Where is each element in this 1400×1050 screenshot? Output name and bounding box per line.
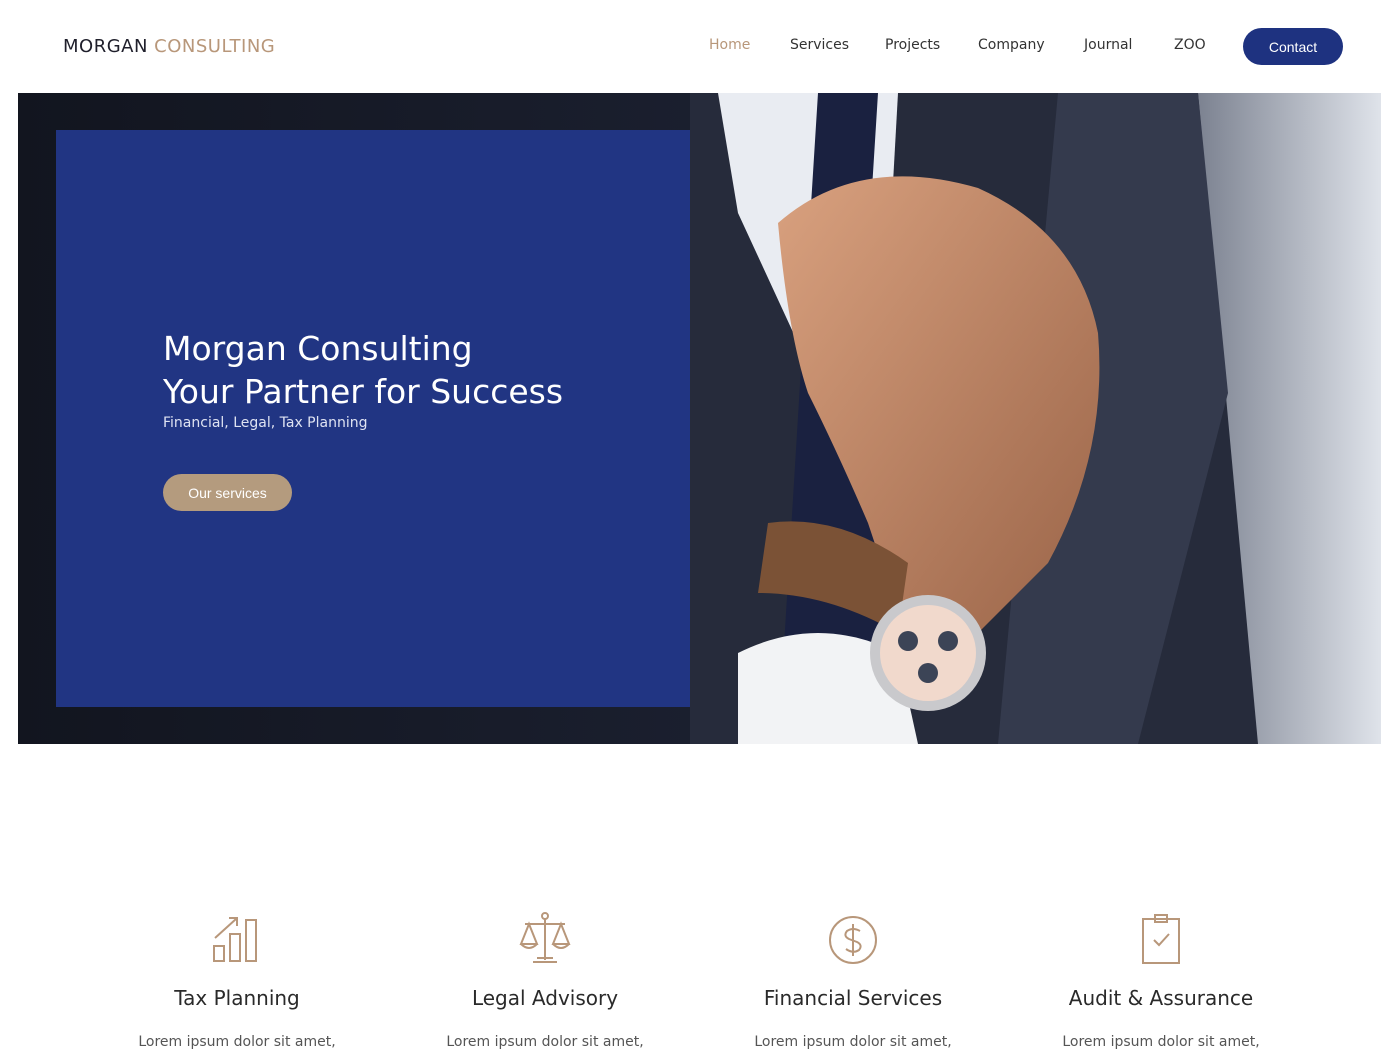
feature-card-legal-advisory: Legal Advisory Lorem ipsum dolor sit ame… [415,910,675,1050]
hero-content-panel: Morgan Consulting Your Partner for Succe… [56,130,690,707]
bar-chart-growth-icon [213,917,257,962]
feature-card-audit-assurance: Audit & Assurance Lorem ipsum dolor sit … [1031,910,1291,1050]
nav-projects[interactable]: Projects [885,37,940,53]
feature-title: Legal Advisory [471,986,619,1010]
feature-title: Financial Services [763,986,943,1010]
feature-text: Lorem ipsum dolor sit amet, [754,1034,952,1050]
site-header: MORGAN CONSULTING Home Services Projects… [0,0,1400,93]
feature-text: Lorem ipsum dolor sit amet, [446,1034,644,1050]
hero-title-line1: Morgan Consulting [163,329,473,368]
main-nav: Home Services Projects Company Journal Z… [0,37,1400,57]
contact-button[interactable]: Contact [1243,28,1343,65]
feature-card-financial-services: Financial Services Lorem ipsum dolor sit… [723,910,983,1050]
dollar-circle-icon [829,916,877,964]
feature-text: Lorem ipsum dolor sit amet, [1062,1034,1260,1050]
balance-scale-icon [519,912,571,963]
hero-title: Morgan Consulting Your Partner for Succe… [163,327,563,413]
our-services-button[interactable]: Our services [163,474,292,511]
hero-title-line2: Your Partner for Success [163,372,564,411]
hero-subtitle: Financial, Legal, Tax Planning [163,415,368,431]
feature-text: Lorem ipsum dolor sit amet, [138,1034,336,1050]
feature-card-tax-planning: Tax Planning Lorem ipsum dolor sit amet, [107,910,367,1050]
feature-title: Tax Planning [174,986,300,1010]
nav-company[interactable]: Company [978,37,1045,53]
nav-home[interactable]: Home [709,37,750,53]
hero-section: Morgan Consulting Your Partner for Succe… [18,93,1381,744]
nav-journal[interactable]: Journal [1084,37,1132,53]
feature-title: Audit & Assurance [1068,986,1254,1010]
nav-services[interactable]: Services [790,37,849,53]
nav-zoo[interactable]: ZOO [1174,37,1206,53]
clipboard-check-icon [1142,914,1180,964]
